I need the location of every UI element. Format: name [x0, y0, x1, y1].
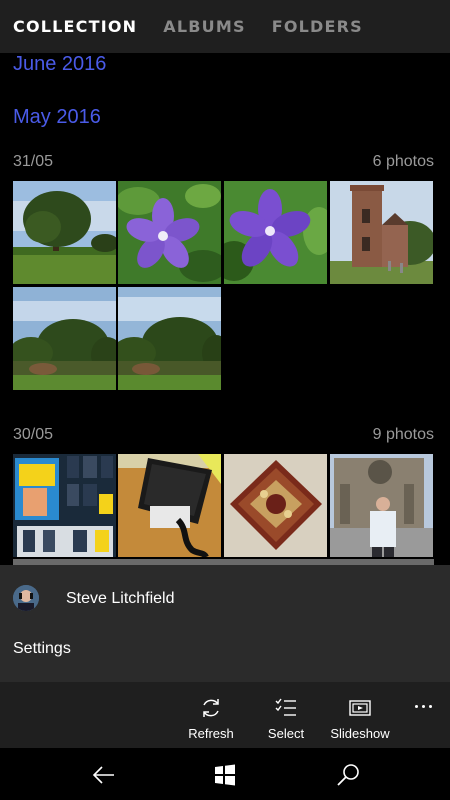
church-tower-photo[interactable] — [330, 181, 433, 284]
settings-menu-item[interactable]: Settings — [13, 640, 71, 658]
account-name: Steve Litchfield — [66, 590, 175, 607]
tab-collection[interactable]: COLLECTION — [13, 17, 137, 36]
refresh-icon — [203, 699, 219, 717]
group-photo-count: 6 photos — [372, 153, 434, 170]
date-group-header: 31/05 6 photos — [13, 153, 434, 171]
select-icon — [275, 698, 296, 716]
account-flyout: Steve Litchfield Settings — [0, 565, 450, 682]
app-bar: Refresh Select Slideshow — [0, 682, 450, 748]
group-photo-count: 9 photos — [372, 426, 434, 443]
garden-hedge-photo[interactable] — [13, 287, 116, 390]
navigation-bar — [0, 748, 450, 800]
back-arrow-icon[interactable] — [89, 761, 117, 789]
group-date: 30/05 — [13, 426, 54, 443]
tiled-artwork-photo[interactable] — [224, 454, 327, 557]
phone-store-display-photo[interactable] — [13, 454, 116, 557]
tab-folders[interactable]: FOLDERS — [272, 17, 363, 36]
select-label: Select — [267, 726, 305, 741]
collection-list[interactable]: June 2016 May 2016 31/05 6 photos 30/05 … — [0, 53, 450, 565]
garden-hedge-2-photo[interactable] — [118, 287, 221, 390]
tab-albums[interactable]: ALBUMS — [163, 17, 245, 36]
date-group-header: 30/05 9 photos — [13, 426, 434, 444]
phone-on-desk-photo[interactable] — [118, 454, 221, 557]
refresh-button[interactable]: Refresh — [188, 682, 234, 748]
month-header-june-2016[interactable]: June 2016 — [13, 53, 106, 76]
month-header-may-2016[interactable]: May 2016 — [13, 106, 101, 129]
periwinkle-flower-photo[interactable] — [118, 181, 221, 284]
group-date: 31/05 — [13, 153, 54, 170]
select-button[interactable]: Select — [264, 682, 308, 748]
slideshow-icon — [349, 700, 371, 716]
cathedral-man-photo[interactable] — [330, 454, 433, 557]
search-icon[interactable] — [334, 761, 362, 789]
tree-field-photo[interactable] — [13, 181, 116, 284]
slideshow-label: Slideshow — [330, 726, 390, 741]
refresh-label: Refresh — [188, 726, 234, 741]
pivot-header: COLLECTION ALBUMS FOLDERS — [0, 0, 450, 53]
more-icon[interactable] — [408, 696, 438, 716]
slideshow-button[interactable]: Slideshow — [328, 682, 392, 748]
avatar — [13, 585, 39, 611]
account-item[interactable]: Steve Litchfield — [0, 565, 450, 633]
periwinkle-flower-2-photo[interactable] — [224, 181, 327, 284]
windows-start-icon[interactable] — [211, 761, 239, 789]
